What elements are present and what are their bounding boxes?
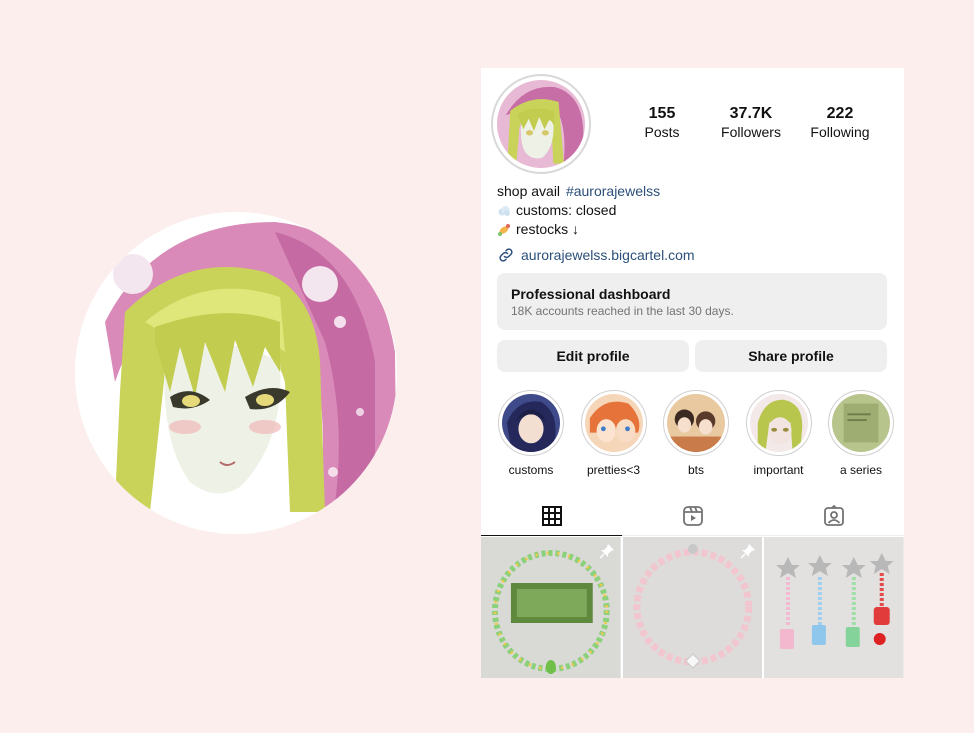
pin-icon [740, 544, 756, 559]
highlight-pretties[interactable]: pretties<3 [574, 390, 654, 477]
profile-card: 155 Posts 37.7K Followers 222 Following … [481, 68, 904, 678]
bio-line-customs: customs: closed [497, 201, 660, 220]
bio-line-restocks: restocks ↓ [497, 220, 660, 239]
highlight-label: pretties<3 [586, 463, 641, 477]
share-profile-button[interactable]: Share profile [695, 340, 887, 372]
tab-posts-grid[interactable] [481, 496, 622, 536]
stat-value: 222 [826, 105, 854, 122]
highlight-cover [498, 390, 564, 456]
dashboard-subtitle: 18K accounts reached in the last 30 days… [511, 304, 734, 318]
highlight-cover [663, 390, 729, 456]
highlight-a-series[interactable]: a series [821, 390, 901, 477]
highlight-label: important [753, 463, 804, 477]
stat-label: Posts [644, 124, 680, 140]
tab-tagged[interactable] [763, 496, 904, 536]
bio-text: customs: closed [516, 202, 617, 218]
highlight-label: bts [687, 463, 704, 477]
post-thumbnail[interactable] [764, 537, 904, 678]
tab-reels[interactable] [622, 496, 763, 536]
large-avatar-illustration [75, 212, 397, 534]
bio-line-shop: shop avail #aurorajewelss [497, 182, 660, 201]
highlight-cover [745, 390, 812, 456]
highlight-bts[interactable]: bts [656, 390, 736, 477]
grid-icon [541, 505, 562, 526]
bio-text: shop avail [497, 183, 564, 199]
tagged-icon [823, 504, 844, 526]
post-thumbnail[interactable] [481, 537, 621, 678]
profile-avatar[interactable] [491, 74, 591, 174]
professional-dashboard-card[interactable]: Professional dashboard 18K accounts reac… [497, 273, 887, 330]
cloud-icon [498, 205, 510, 216]
profile-stats: 155 Posts 37.7K Followers 222 Following [621, 104, 881, 142]
dashboard-title: Professional dashboard [511, 286, 671, 302]
highlight-label: a series [839, 463, 883, 477]
highlight-important[interactable]: important [739, 390, 819, 477]
stat-label: Followers [721, 124, 781, 140]
highlight-cover [828, 390, 894, 456]
highlight-cover [580, 390, 647, 456]
bio-hashtag-link[interactable]: #aurorajewelss [566, 182, 660, 201]
profile-tabs [481, 496, 904, 536]
website-url: aurorajewelss.bigcartel.com [521, 247, 695, 263]
profile-bio: shop avail #aurorajewelss customs: close… [497, 182, 660, 239]
story-highlights: customs pretties<3 bts important a serie… [491, 390, 901, 477]
link-icon [499, 248, 513, 262]
highlight-customs[interactable]: customs [491, 390, 571, 477]
keychain-photo [764, 537, 904, 678]
candy-icon [498, 223, 510, 236]
stat-value: 155 [648, 105, 676, 122]
highlight-label: customs [508, 463, 554, 477]
edit-profile-button[interactable]: Edit profile [497, 340, 689, 372]
profile-actions: Edit profile Share profile [497, 340, 887, 372]
stat-label: Following [810, 124, 870, 140]
stat-followers[interactable]: 37.7K Followers [710, 104, 792, 142]
pin-icon [599, 544, 614, 559]
stat-value: 37.7K [729, 105, 773, 122]
bio-text: restocks ↓ [516, 221, 580, 237]
posts-grid [481, 537, 904, 678]
stat-posts[interactable]: 155 Posts [621, 104, 703, 142]
post-thumbnail[interactable] [622, 537, 763, 678]
profile-website-link[interactable]: aurorajewelss.bigcartel.com [497, 246, 695, 264]
stat-following[interactable]: 222 Following [799, 104, 881, 142]
reels-icon [682, 505, 703, 526]
